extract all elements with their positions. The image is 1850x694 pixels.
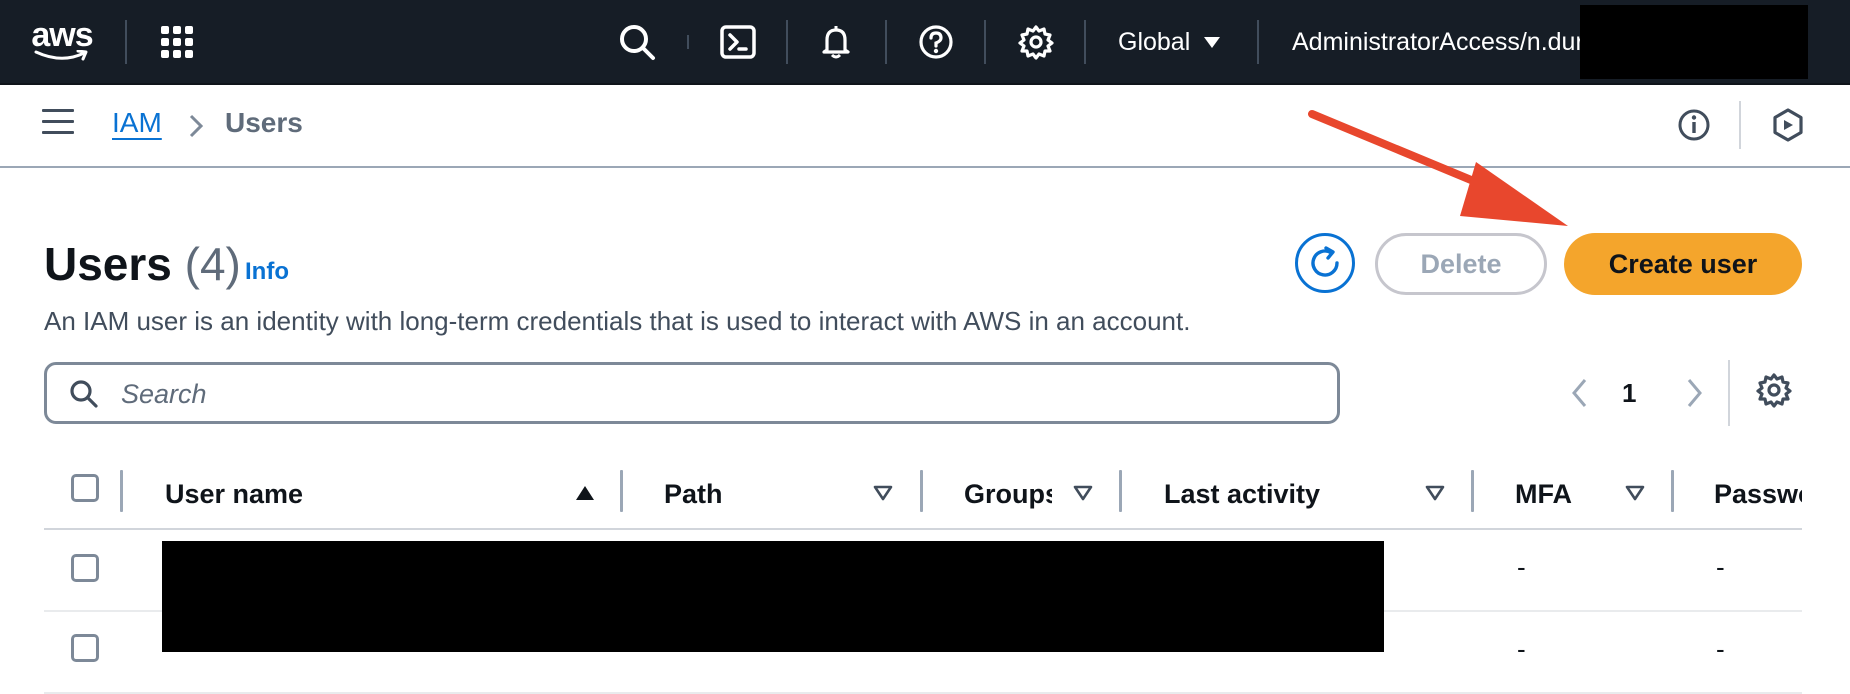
menu-icon[interactable] xyxy=(42,109,74,139)
region-selector[interactable]: Global xyxy=(1118,22,1221,62)
apps-grid-icon[interactable] xyxy=(155,20,199,64)
nav-divider xyxy=(984,20,986,64)
breadcrumb-bar: IAM Users xyxy=(0,85,1850,168)
top-navigation-bar: aws Global AdministratorAccess/n.dur xyxy=(0,0,1850,85)
caret-down-icon xyxy=(1204,36,1221,48)
sort-descending-icon[interactable] xyxy=(1624,484,1646,502)
breadcrumb-divider xyxy=(1739,101,1741,149)
table-header-row: User name Path Groups Last activity MFA … xyxy=(44,460,1802,530)
nav-divider xyxy=(786,20,788,64)
page-number[interactable]: 1 xyxy=(1622,378,1636,409)
password-cell: - xyxy=(1716,634,1725,664)
page-title: Users (4) xyxy=(44,236,241,292)
search-input[interactable] xyxy=(119,375,1323,413)
column-header-last-activity[interactable]: Last activity xyxy=(1164,460,1384,528)
user-count: (4) xyxy=(184,238,241,290)
column-header-mfa[interactable]: MFA xyxy=(1515,460,1595,528)
info-link[interactable]: Info xyxy=(245,258,289,286)
table-settings-gear-icon[interactable] xyxy=(1756,372,1792,408)
select-all-checkbox[interactable] xyxy=(71,474,99,502)
feedback-icon[interactable] xyxy=(1767,104,1809,146)
nav-divider xyxy=(885,20,887,64)
nav-divider xyxy=(125,20,127,64)
search-field[interactable] xyxy=(44,362,1340,424)
create-user-button[interactable]: Create user xyxy=(1564,233,1802,295)
column-divider xyxy=(1119,470,1122,512)
cloudshell-icon[interactable] xyxy=(716,20,760,64)
nav-divider xyxy=(1084,20,1086,64)
column-divider xyxy=(1471,470,1474,512)
column-header-path[interactable]: Path xyxy=(664,460,814,528)
breadcrumb-iam-link[interactable]: IAM xyxy=(112,107,162,139)
column-divider xyxy=(120,470,123,512)
gear-icon[interactable] xyxy=(1014,20,1058,64)
search-icon xyxy=(70,380,98,408)
pager-divider xyxy=(1728,360,1730,426)
sort-descending-icon[interactable] xyxy=(1424,484,1446,502)
column-divider xyxy=(1671,470,1674,512)
bell-icon[interactable] xyxy=(814,20,858,64)
sort-ascending-icon[interactable] xyxy=(574,484,596,502)
search-icon[interactable] xyxy=(615,20,659,64)
aws-smile-icon xyxy=(34,50,88,61)
nav-divider xyxy=(1257,20,1259,64)
refresh-icon xyxy=(1311,246,1339,277)
info-circle-icon[interactable] xyxy=(1673,104,1715,146)
column-header-groups[interactable]: Groups xyxy=(964,460,1052,528)
breadcrumb-current: Users xyxy=(225,107,303,138)
sort-descending-icon[interactable] xyxy=(872,484,894,502)
column-divider xyxy=(620,470,623,512)
password-cell: - xyxy=(1716,552,1725,582)
redacted-area xyxy=(1580,5,1808,79)
delete-button[interactable]: Delete xyxy=(1375,233,1547,295)
account-menu[interactable]: AdministratorAccess/n.dur xyxy=(1292,22,1582,62)
column-header-password[interactable]: Passwo xyxy=(1714,460,1802,528)
row-checkbox[interactable] xyxy=(71,554,99,582)
region-label: Global xyxy=(1118,27,1191,56)
row-checkbox[interactable] xyxy=(71,634,99,662)
chevron-left-icon[interactable] xyxy=(1568,376,1592,410)
mfa-cell: - xyxy=(1517,552,1526,582)
sort-descending-icon[interactable] xyxy=(1072,484,1094,502)
refresh-button[interactable] xyxy=(1295,233,1355,293)
aws-logo[interactable]: aws xyxy=(30,18,94,64)
chevron-right-icon xyxy=(189,114,204,138)
aws-logo-text: aws xyxy=(31,16,93,54)
redacted-area xyxy=(162,541,1384,652)
column-divider xyxy=(920,470,923,512)
nav-divider xyxy=(687,35,689,49)
mfa-cell: - xyxy=(1517,634,1526,664)
chevron-right-icon[interactable] xyxy=(1682,376,1706,410)
column-header-user-name[interactable]: User name xyxy=(165,460,415,528)
page-description: An IAM user is an identity with long-ter… xyxy=(44,306,1191,336)
help-icon[interactable] xyxy=(914,20,958,64)
page-title-text: Users xyxy=(44,238,172,290)
